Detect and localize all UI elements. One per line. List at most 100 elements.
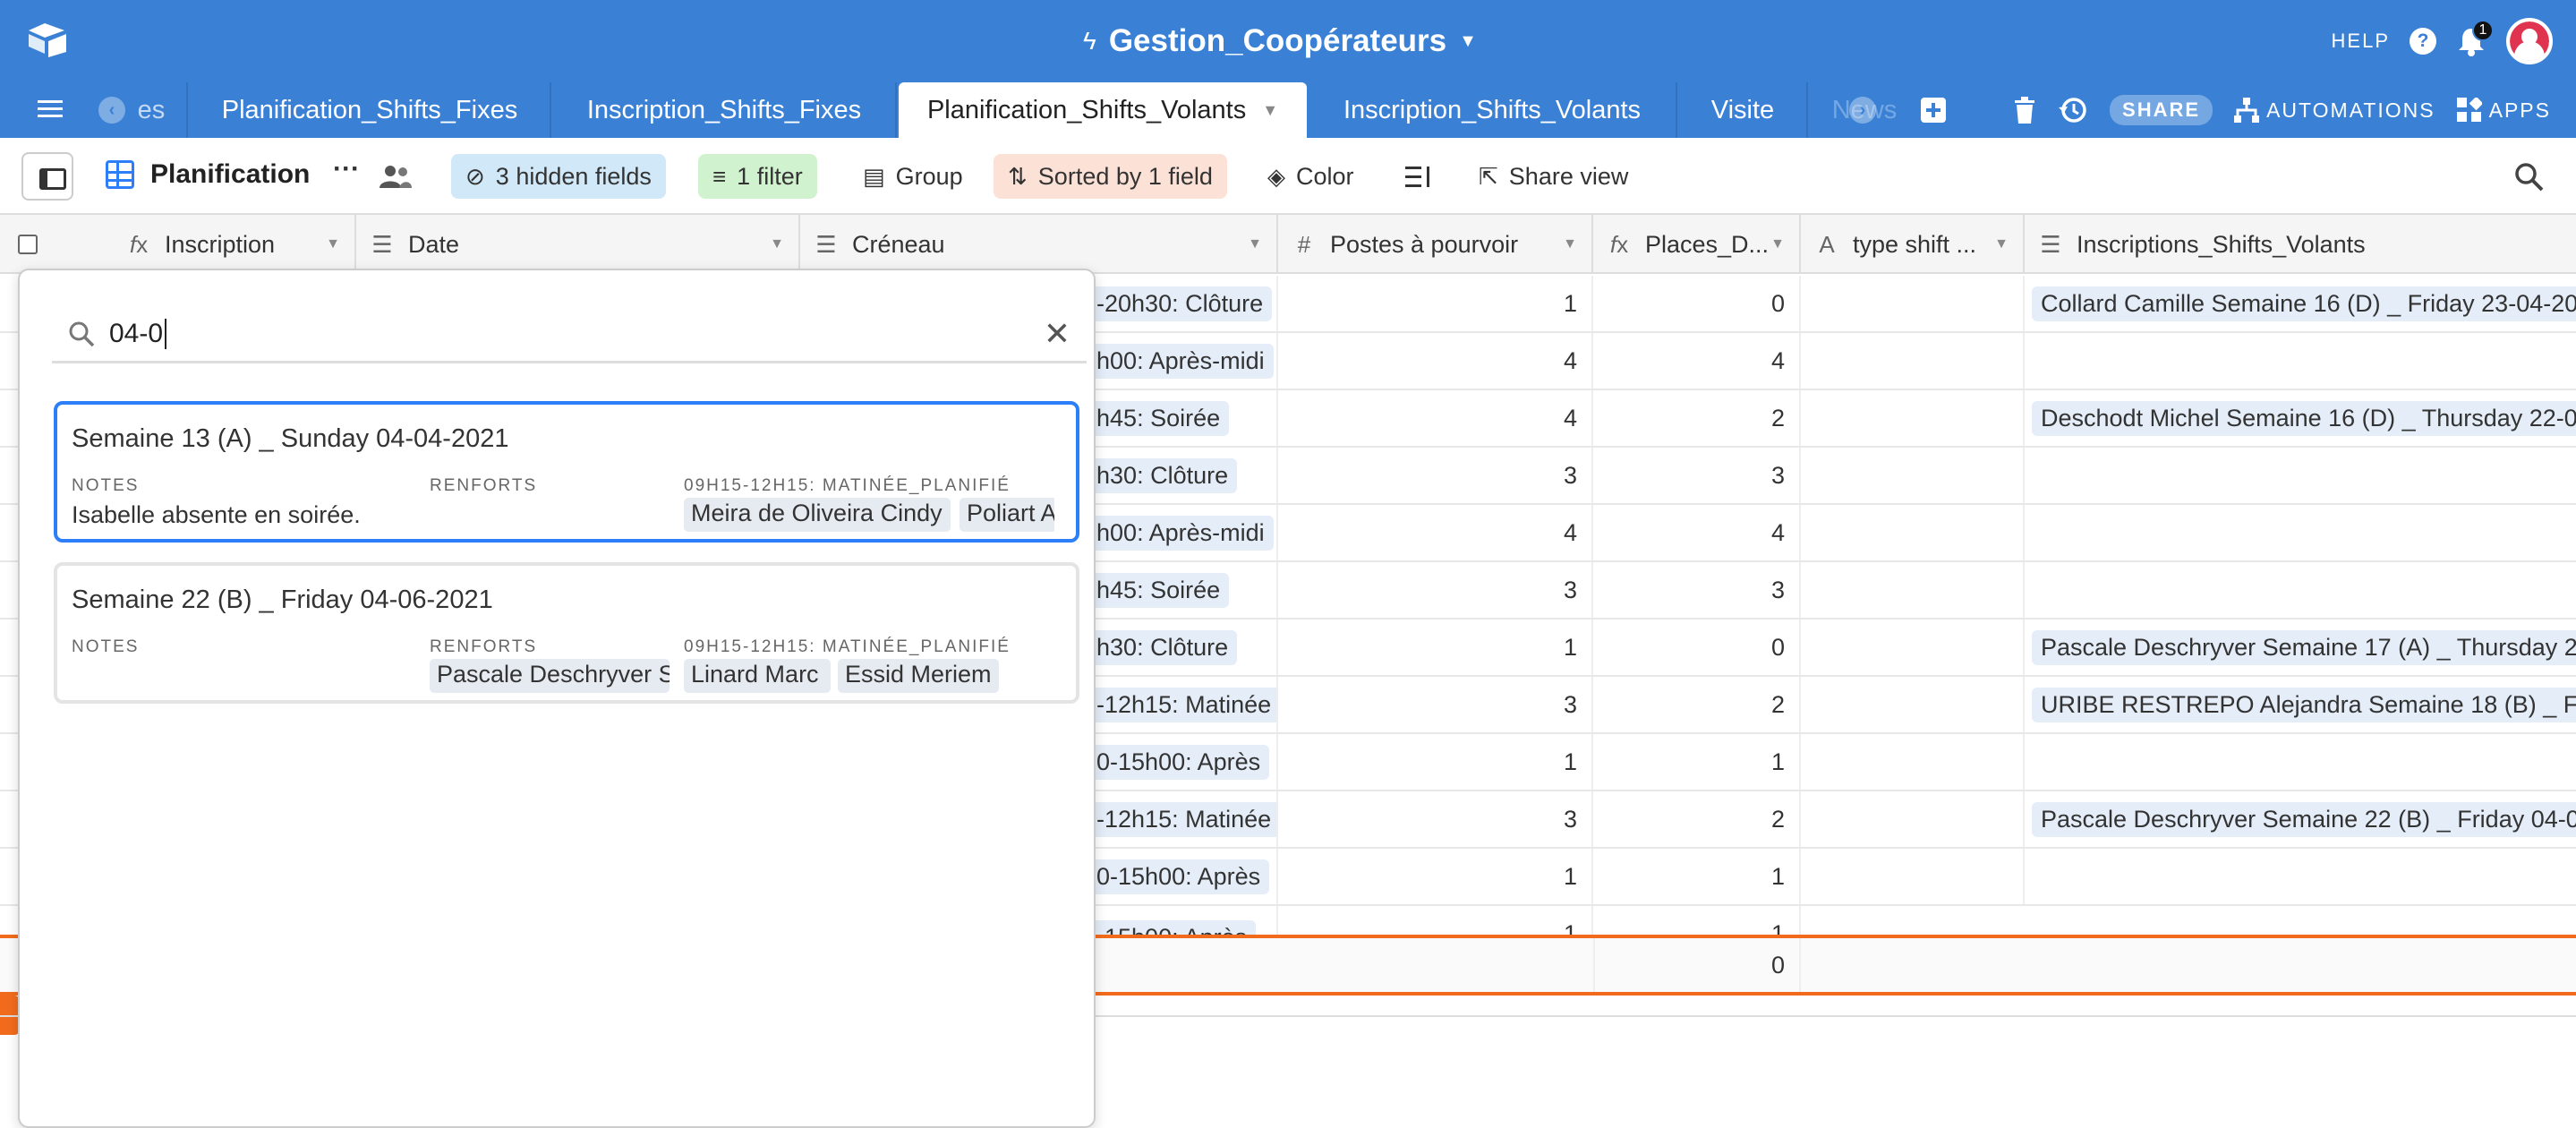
column-header-inscription[interactable]: fx Inscription ▼ bbox=[113, 215, 356, 274]
type-shift-cell[interactable] bbox=[1801, 734, 2025, 790]
places-cell[interactable]: 1 bbox=[1593, 849, 1801, 904]
type-shift-cell[interactable] bbox=[1801, 333, 2025, 389]
type-shift-cell[interactable] bbox=[1801, 677, 2025, 732]
column-header-postes[interactable]: # Postes à pourvoir ▼ bbox=[1278, 215, 1593, 274]
places-cell[interactable]: 0 bbox=[1593, 620, 1801, 675]
help-icon[interactable]: ? bbox=[2410, 28, 2436, 55]
column-header-type-shift[interactable]: A type shift ... ▼ bbox=[1801, 215, 2025, 274]
postes-cell[interactable]: 4 bbox=[1278, 333, 1593, 389]
view-switcher[interactable]: Planification bbox=[106, 159, 310, 190]
creneau-cell[interactable]: 0-15h00: Après bbox=[1079, 906, 1278, 935]
places-cell[interactable]: 2 bbox=[1593, 791, 1801, 847]
automations-button[interactable]: AUTOMATIONS bbox=[2234, 98, 2435, 123]
tabs-scroll-right-icon[interactable]: › bbox=[1849, 97, 1876, 124]
inscriptions-cell[interactable]: Pascale Deschryver Semaine 22 (B) _ Frid… bbox=[2025, 791, 2576, 847]
places-summary-value[interactable]: 0 bbox=[1593, 938, 1801, 992]
base-title[interactable]: ϟ Gestion_Coopérateurs ▼ bbox=[1083, 20, 1477, 63]
creneau-cell[interactable]: 5h00: Après-midi bbox=[1079, 333, 1278, 389]
creneau-cell[interactable]: 00-15h00: Après bbox=[1079, 849, 1278, 904]
postes-cell[interactable]: 1 bbox=[1278, 620, 1593, 675]
group-button[interactable]: ▤ Group bbox=[849, 154, 977, 199]
inscriptions-cell[interactable] bbox=[2025, 562, 2576, 618]
creneau-cell[interactable]: 5-12h15: Matinée bbox=[1079, 677, 1278, 732]
chevron-down-icon[interactable]: ▼ bbox=[1248, 236, 1262, 252]
postes-cell[interactable]: 1 bbox=[1278, 849, 1593, 904]
column-header-date[interactable]: ☰ Date ▼ bbox=[356, 215, 800, 274]
share-view-button[interactable]: ⇱ Share view bbox=[1464, 154, 1642, 199]
select-all-checkbox[interactable] bbox=[18, 235, 38, 254]
creneau-cell[interactable]: 7h45: Soirée bbox=[1079, 562, 1278, 618]
record-card[interactable]: Semaine 22 (B) _ Friday 04-06-2021 NOTES… bbox=[54, 562, 1079, 704]
column-header-inscriptions-volants[interactable]: ☰ Inscriptions_Shifts_Volants bbox=[2025, 215, 2576, 274]
postes-cell[interactable]: 3 bbox=[1278, 448, 1593, 503]
postes-cell[interactable]: 4 bbox=[1278, 505, 1593, 560]
hidden-fields-button[interactable]: ⊘ 3 hidden fields bbox=[451, 154, 666, 199]
inscriptions-cell[interactable]: URIBE RESTREPO Alejandra Semaine 18 (B) … bbox=[2025, 677, 2576, 732]
inscriptions-cell[interactable]: Collard Camille Semaine 16 (D) _ Friday … bbox=[2025, 276, 2576, 331]
hamburger-menu-icon[interactable] bbox=[38, 98, 63, 120]
type-shift-cell[interactable] bbox=[1801, 791, 2025, 847]
chevron-down-icon[interactable]: ▼ bbox=[770, 236, 784, 252]
places-cell[interactable]: 3 bbox=[1593, 562, 1801, 618]
postes-cell[interactable]: 4 bbox=[1278, 390, 1593, 446]
share-button[interactable]: SHARE bbox=[2110, 95, 2213, 125]
creneau-cell[interactable]: 5h00: Après-midi bbox=[1079, 505, 1278, 560]
chevron-down-icon[interactable]: ▼ bbox=[326, 236, 340, 252]
chevron-down-icon[interactable]: ▼ bbox=[1994, 236, 2009, 252]
places-cell[interactable]: 0 bbox=[1593, 276, 1801, 331]
inscriptions-cell[interactable] bbox=[2025, 448, 2576, 503]
postes-cell[interactable]: 3 bbox=[1278, 562, 1593, 618]
creneau-cell[interactable]: 00-15h00: Après bbox=[1079, 734, 1278, 790]
chevron-down-icon[interactable]: ▼ bbox=[1563, 236, 1577, 252]
inscriptions-cell[interactable] bbox=[2025, 505, 2576, 560]
postes-cell[interactable]: 1 bbox=[1278, 734, 1593, 790]
creneau-cell[interactable]: 0h30: Clôture bbox=[1079, 620, 1278, 675]
postes-cell[interactable]: 1 bbox=[1278, 906, 1593, 935]
type-shift-cell[interactable] bbox=[1801, 849, 2025, 904]
type-shift-cell[interactable] bbox=[1801, 390, 2025, 446]
color-button[interactable]: ◈ Color bbox=[1253, 154, 1369, 199]
inscriptions-cell[interactable]: Pascale Deschryver Semaine 17 (A) _ Thur… bbox=[2025, 620, 2576, 675]
tab-visite[interactable]: Visite bbox=[1679, 82, 1808, 138]
places-cell[interactable]: 4 bbox=[1593, 505, 1801, 560]
creneau-cell[interactable]: 5-12h15: Matinée bbox=[1079, 791, 1278, 847]
collaborators-icon[interactable] bbox=[380, 165, 412, 188]
tab-planification-shifts-volants[interactable]: Planification_Shifts_Volants ▼ bbox=[899, 82, 1307, 138]
type-shift-cell[interactable] bbox=[1801, 448, 2025, 503]
inscriptions-cell[interactable]: Deschodt Michel Semaine 16 (D) _ Thursda… bbox=[2025, 390, 2576, 446]
inscriptions-cell[interactable] bbox=[2025, 734, 2576, 790]
more-options-icon[interactable]: ··· bbox=[333, 154, 360, 184]
record-card-selected[interactable]: Semaine 13 (A) _ Sunday 04-04-2021 NOTES… bbox=[54, 401, 1079, 543]
history-icon[interactable] bbox=[2058, 95, 2088, 125]
places-cell[interactable]: 1 bbox=[1593, 734, 1801, 790]
airtable-logo-icon[interactable] bbox=[27, 21, 68, 57]
creneau-cell[interactable]: 7h45: Soirée bbox=[1079, 390, 1278, 446]
postes-cell[interactable]: 1 bbox=[1278, 276, 1593, 331]
tabs-scroll-left-icon[interactable]: ‹ bbox=[98, 97, 125, 124]
row-height-icon[interactable] bbox=[1405, 165, 1432, 190]
places-cell[interactable]: 2 bbox=[1593, 677, 1801, 732]
type-shift-cell[interactable] bbox=[1801, 505, 2025, 560]
apps-button[interactable]: APPS bbox=[2456, 98, 2551, 123]
chevron-down-icon[interactable]: ▼ bbox=[1262, 101, 1278, 120]
add-table-icon[interactable] bbox=[1921, 98, 1946, 123]
places-cell[interactable]: 2 bbox=[1593, 390, 1801, 446]
type-shift-cell[interactable] bbox=[1801, 276, 2025, 331]
sort-button[interactable]: ⇅ Sorted by 1 field bbox=[994, 154, 1227, 199]
places-cell[interactable]: 4 bbox=[1593, 333, 1801, 389]
chevron-down-icon[interactable]: ▼ bbox=[1770, 236, 1785, 252]
user-avatar[interactable] bbox=[2506, 18, 2553, 64]
column-header-creneau[interactable]: ☰ Créneau ▼ bbox=[800, 215, 1278, 274]
trash-icon[interactable] bbox=[2013, 97, 2036, 124]
creneau-cell[interactable]: 0-20h30: Clôture bbox=[1079, 276, 1278, 331]
places-cell[interactable]: 1 bbox=[1593, 906, 1801, 935]
inscriptions-cell[interactable] bbox=[2025, 333, 2576, 389]
filter-button[interactable]: ≡ 1 filter bbox=[698, 154, 817, 199]
help-link[interactable]: HELP bbox=[2332, 30, 2390, 53]
type-shift-cell[interactable] bbox=[1801, 620, 2025, 675]
tab-inscription-shifts-fixes[interactable]: Inscription_Shifts_Fixes bbox=[553, 82, 897, 138]
sidebar-toggle-button[interactable] bbox=[21, 152, 73, 201]
creneau-cell[interactable]: 0h30: Clôture bbox=[1079, 448, 1278, 503]
search-query[interactable]: 04-0 bbox=[109, 319, 163, 349]
tab-inscription-shifts-volants[interactable]: Inscription_Shifts_Volants bbox=[1309, 82, 1677, 138]
